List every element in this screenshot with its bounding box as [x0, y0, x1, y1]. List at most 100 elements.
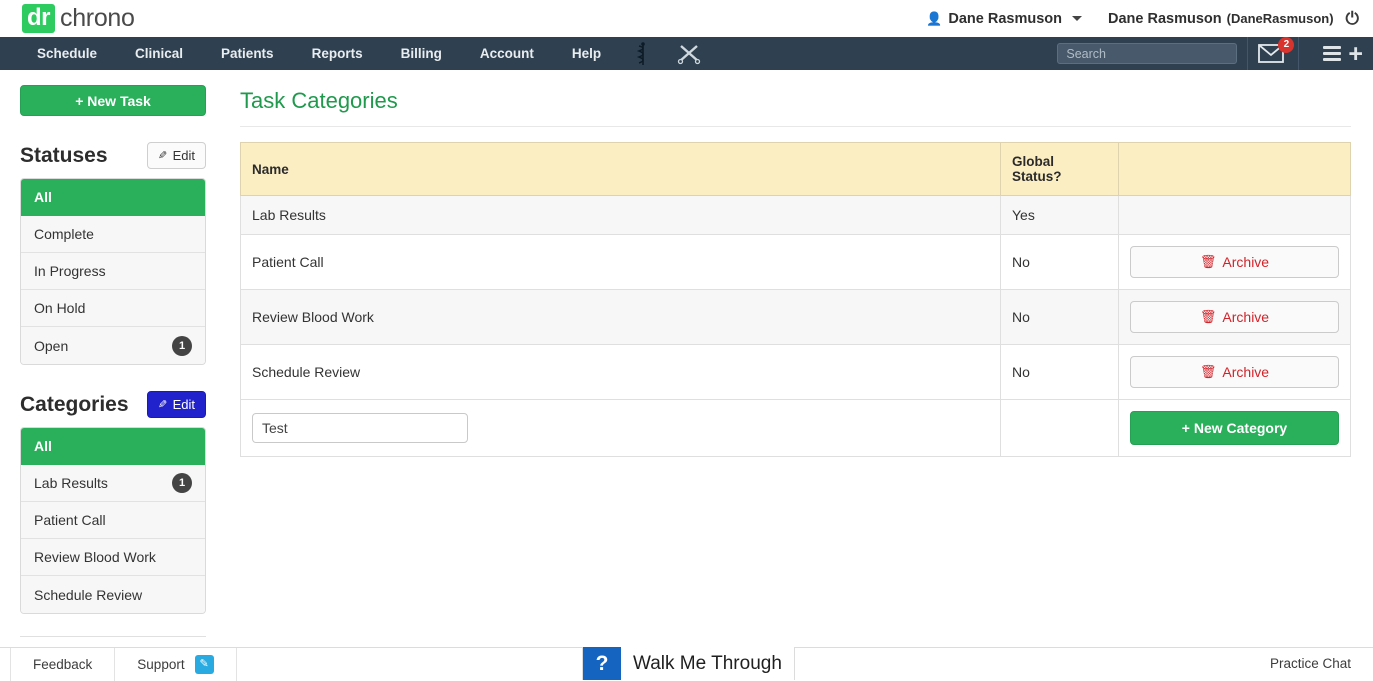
column-header-name: Name	[241, 143, 1001, 196]
current-user-name: Dane Rasmuson	[1108, 11, 1222, 27]
cell-actions: 🗑 Archive	[1119, 345, 1351, 400]
pencil-icon[interactable]: ✎	[195, 655, 214, 674]
logout-power-icon[interactable]: ⏻	[1346, 10, 1359, 27]
new-category-row: + New Category	[241, 400, 1351, 457]
cell-category-name: Schedule Review	[241, 345, 1001, 400]
nav-item-account[interactable]: Account	[461, 37, 553, 70]
search-input[interactable]	[1057, 43, 1237, 64]
table-row: Lab Results Yes	[241, 196, 1351, 235]
column-header-global-status: Global Status?	[1001, 143, 1119, 196]
nav-item-help[interactable]: Help	[553, 37, 620, 70]
logo-mark: dr	[22, 4, 55, 33]
nav-item-reports[interactable]: Reports	[293, 37, 382, 70]
archive-label: Archive	[1222, 309, 1269, 325]
edit-categories-label: Edit	[173, 397, 195, 412]
cell-actions: 🗑 Archive	[1119, 290, 1351, 345]
sidebar-category-lab-results[interactable]: Lab Results 1	[21, 465, 205, 502]
sidebar-status-on-hold[interactable]: On Hold	[21, 290, 205, 327]
cell-new-category-input	[241, 400, 1001, 457]
main-content: Task Categories Name Global Status? Lab …	[226, 70, 1373, 680]
page-title: Task Categories	[240, 88, 1351, 114]
new-task-button[interactable]: + New Task	[20, 85, 206, 116]
cell-category-name: Patient Call	[241, 235, 1001, 290]
plus-icon[interactable]: +	[1348, 44, 1363, 64]
table-body: Lab Results Yes Patient Call No 🗑 Archiv…	[241, 196, 1351, 457]
sidebar-category-review-blood-work[interactable]: Review Blood Work	[21, 539, 205, 576]
table-row: Review Blood Work No 🗑 Archive	[241, 290, 1351, 345]
nav-item-billing[interactable]: Billing	[382, 37, 461, 70]
cell-global-status: Yes	[1001, 196, 1119, 235]
practice-chat-link[interactable]: Practice Chat	[1270, 647, 1351, 680]
archive-label: Archive	[1222, 364, 1269, 380]
sidebar-category-schedule-review[interactable]: Schedule Review	[21, 576, 205, 613]
sidebar-category-count: 1	[172, 473, 192, 493]
archive-button[interactable]: 🗑 Archive	[1130, 301, 1339, 333]
trash-icon: 🗑	[1200, 254, 1217, 270]
crossed-scalpels-icon[interactable]	[666, 37, 712, 70]
new-category-button[interactable]: + New Category	[1130, 411, 1339, 445]
nav-item-patients[interactable]: Patients	[202, 37, 293, 70]
feedback-link[interactable]: Feedback	[10, 648, 115, 681]
top-bar-right: 👤 Dane Rasmuson Dane Rasmuson (DaneRasmu…	[926, 10, 1359, 27]
edit-categories-button[interactable]: ✎ Edit	[147, 391, 206, 418]
sidebar-status-label: Complete	[34, 226, 94, 242]
sidebar-status-complete[interactable]: Complete	[21, 216, 205, 253]
table-header-row: Name Global Status?	[241, 143, 1351, 196]
cell-global-status: No	[1001, 290, 1119, 345]
sidebar-status-label: On Hold	[34, 300, 85, 316]
sidebar-category-label: Schedule Review	[34, 587, 142, 603]
user-menu[interactable]: 👤 Dane Rasmuson	[926, 11, 1082, 27]
cell-new-category-action: + New Category	[1119, 400, 1351, 457]
statuses-list: All Complete In Progress On Hold Open 1	[20, 178, 206, 365]
new-category-plus-icon: +	[1182, 420, 1190, 436]
trash-icon: 🗑	[1200, 364, 1217, 380]
archive-button[interactable]: 🗑 Archive	[1130, 356, 1339, 388]
messages-badge: 2	[1278, 37, 1294, 53]
nav-divider-2	[1298, 37, 1299, 70]
footer: Feedback Support ✎ ? Walk Me Through Pra…	[0, 647, 1373, 680]
walk-me-through-button[interactable]: ? Walk Me Through	[582, 647, 795, 680]
sidebar-status-label: Open	[34, 338, 68, 354]
pencil-icon: ✎	[158, 149, 167, 162]
table-head: Name Global Status?	[241, 143, 1351, 196]
nav-item-clinical[interactable]: Clinical	[116, 37, 202, 70]
feedback-label: Feedback	[33, 648, 92, 681]
top-bar: dr chrono 👤 Dane Rasmuson Dane Rasmuson …	[0, 0, 1373, 37]
sidebar-status-count: 1	[172, 336, 192, 356]
archive-button[interactable]: 🗑 Archive	[1130, 246, 1339, 278]
nav-right-tools: 2 +	[1057, 37, 1363, 70]
user-menu-label: Dane Rasmuson	[948, 11, 1062, 27]
categories-header: Categories ✎ Edit	[20, 391, 206, 418]
new-task-plus-icon: +	[75, 93, 83, 109]
statuses-header: Statuses ✎ Edit	[20, 142, 206, 169]
archive-label: Archive	[1222, 254, 1269, 270]
sidebar-status-in-progress[interactable]: In Progress	[21, 253, 205, 290]
support-link[interactable]: Support ✎	[115, 648, 236, 681]
sidebar-category-patient-call[interactable]: Patient Call	[21, 502, 205, 539]
new-category-label: New Category	[1194, 420, 1287, 436]
sidebar: + New Task Statuses ✎ Edit All Complete …	[0, 70, 226, 680]
main-nav: Schedule Clinical Patients Reports Billi…	[0, 37, 1373, 70]
cell-new-category-spacer	[1001, 400, 1119, 457]
sidebar-status-all[interactable]: All	[21, 179, 205, 216]
cell-global-status: No	[1001, 235, 1119, 290]
column-header-actions	[1119, 143, 1351, 196]
sidebar-status-label: All	[34, 189, 52, 205]
edit-statuses-button[interactable]: ✎ Edit	[147, 142, 206, 169]
statuses-title: Statuses	[20, 144, 108, 168]
caduceus-icon[interactable]	[620, 37, 666, 70]
drchrono-logo[interactable]: dr chrono	[22, 4, 135, 33]
nav-item-schedule[interactable]: Schedule	[18, 37, 116, 70]
current-user-handle: (DaneRasmuson)	[1227, 11, 1334, 26]
new-category-input[interactable]	[252, 413, 468, 443]
sidebar-category-all[interactable]: All	[21, 428, 205, 465]
hamburger-icon[interactable]	[1323, 46, 1341, 61]
sidebar-category-label: Lab Results	[34, 475, 108, 491]
support-label: Support	[137, 648, 184, 681]
table-row: Patient Call No 🗑 Archive	[241, 235, 1351, 290]
cell-actions: 🗑 Archive	[1119, 235, 1351, 290]
categories-title: Categories	[20, 393, 129, 417]
messages-button[interactable]: 2	[1258, 43, 1288, 65]
page-body: + New Task Statuses ✎ Edit All Complete …	[0, 70, 1373, 680]
sidebar-status-open[interactable]: Open 1	[21, 327, 205, 364]
